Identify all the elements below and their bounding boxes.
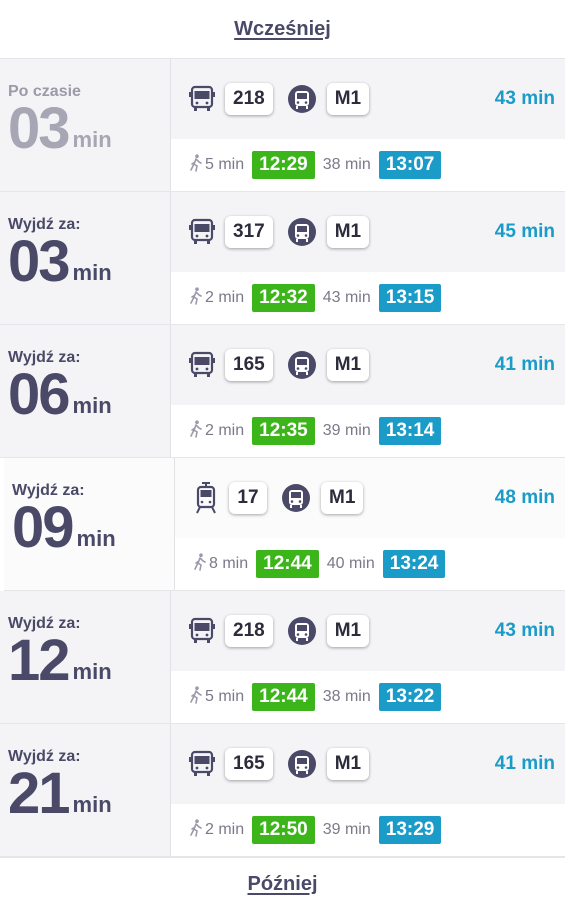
line-badge: 218 xyxy=(225,83,273,115)
route-row[interactable]: Wyjdź za: 12 min 218 M1 43 min 5 min 12:… xyxy=(0,591,565,724)
countdown-unit: min xyxy=(72,260,112,285)
route-list: Po czasie 03 min 218 M1 43 min 5 min 12:… xyxy=(0,59,565,857)
metro-icon xyxy=(287,749,317,779)
ride-duration: 38 min xyxy=(322,156,371,173)
route-row[interactable]: Wyjdź za: 03 min 317 M1 45 min 2 min 12:… xyxy=(0,192,565,325)
departure-time: 12:44 xyxy=(256,550,319,578)
walk-time: 2 min xyxy=(189,818,244,842)
arrival-time: 13:29 xyxy=(378,816,442,844)
walking-icon xyxy=(189,153,205,177)
earlier-link[interactable]: Wcześniej xyxy=(0,0,565,59)
total-duration: 43 min xyxy=(494,620,555,641)
departure-time: 12:29 xyxy=(252,151,315,179)
route-row[interactable]: Po czasie 03 min 218 M1 43 min 5 min 12:… xyxy=(0,59,565,192)
walking-icon xyxy=(189,818,205,842)
route-legs: 17 M1 48 min xyxy=(175,458,565,538)
total-duration: 43 min xyxy=(494,88,555,109)
line-badge: 165 xyxy=(225,748,273,780)
total-duration: 41 min xyxy=(494,354,555,375)
line-badge: 17 xyxy=(229,482,267,514)
countdown-unit: min xyxy=(72,393,112,418)
bus-icon xyxy=(187,84,217,114)
route-legs: 218 M1 43 min xyxy=(171,59,565,139)
walking-icon xyxy=(189,286,205,310)
metro-icon xyxy=(287,84,317,114)
countdown-minutes: 03 xyxy=(8,229,70,294)
countdown-unit: min xyxy=(72,127,112,152)
bus-icon xyxy=(187,749,217,779)
walk-time: 5 min xyxy=(189,153,244,177)
walking-icon xyxy=(189,419,205,443)
countdown-minutes: 21 xyxy=(8,761,70,826)
departure-countdown: Wyjdź za: 09 min xyxy=(4,458,175,590)
route-legs: 165 M1 41 min xyxy=(171,325,565,405)
departure-countdown: Wyjdź za: 03 min xyxy=(0,192,171,324)
departure-time: 12:44 xyxy=(252,683,315,711)
departure-countdown: Wyjdź za: 12 min xyxy=(0,591,171,723)
countdown-unit: min xyxy=(72,659,112,684)
metro-line-badge: M1 xyxy=(326,216,370,248)
line-badge: 218 xyxy=(225,615,273,647)
countdown-unit: min xyxy=(72,792,112,817)
route-row[interactable]: Wyjdź za: 06 min 165 M1 41 min 2 min 12:… xyxy=(0,325,565,458)
departure-countdown: Po czasie 03 min xyxy=(0,59,171,191)
metro-line-badge: M1 xyxy=(326,615,370,647)
line-badge: 317 xyxy=(225,216,273,248)
departure-time: 12:32 xyxy=(252,284,315,312)
route-times: 2 min 12:35 39 min 13:14 xyxy=(171,405,565,457)
arrival-time: 13:22 xyxy=(378,683,442,711)
metro-icon xyxy=(287,350,317,380)
total-duration: 48 min xyxy=(494,487,555,508)
walk-time: 2 min xyxy=(189,419,244,443)
arrival-time: 13:14 xyxy=(378,417,442,445)
total-duration: 45 min xyxy=(494,221,555,242)
ride-duration: 43 min xyxy=(322,289,371,306)
walk-time: 8 min xyxy=(193,552,248,576)
walking-icon xyxy=(189,685,205,709)
arrival-time: 13:24 xyxy=(382,550,446,578)
bus-icon xyxy=(187,350,217,380)
ride-duration: 39 min xyxy=(322,821,371,838)
departure-time: 12:50 xyxy=(252,816,315,844)
route-times: 5 min 12:44 38 min 13:22 xyxy=(171,671,565,723)
line-badge: 165 xyxy=(225,349,273,381)
ride-duration: 39 min xyxy=(322,422,371,439)
tram-icon xyxy=(191,482,221,514)
route-times: 5 min 12:29 38 min 13:07 xyxy=(171,139,565,191)
arrival-time: 13:15 xyxy=(378,284,442,312)
walking-icon xyxy=(193,552,209,576)
route-times: 2 min 12:50 39 min 13:29 xyxy=(171,804,565,856)
arrival-time: 13:07 xyxy=(378,151,442,179)
countdown-unit: min xyxy=(76,526,116,551)
later-link[interactable]: Później xyxy=(0,857,565,911)
walk-time: 2 min xyxy=(189,286,244,310)
bus-icon xyxy=(187,616,217,646)
ride-duration: 38 min xyxy=(322,688,371,705)
total-duration: 41 min xyxy=(494,753,555,774)
countdown-minutes: 09 xyxy=(12,495,74,560)
metro-line-badge: M1 xyxy=(326,748,370,780)
bus-icon xyxy=(187,217,217,247)
route-legs: 165 M1 41 min xyxy=(171,724,565,804)
route-times: 2 min 12:32 43 min 13:15 xyxy=(171,272,565,324)
metro-line-badge: M1 xyxy=(321,482,364,514)
route-legs: 317 M1 45 min xyxy=(171,192,565,272)
metro-line-badge: M1 xyxy=(326,83,370,115)
countdown-minutes: 03 xyxy=(8,96,70,161)
countdown-minutes: 06 xyxy=(8,362,70,427)
metro-icon xyxy=(287,616,317,646)
route-row[interactable]: Wyjdź za: 21 min 165 M1 41 min 2 min 12:… xyxy=(0,724,565,857)
departure-countdown: Wyjdź za: 21 min xyxy=(0,724,171,856)
departure-time: 12:35 xyxy=(252,417,315,445)
departure-countdown: Wyjdź za: 06 min xyxy=(0,325,171,457)
route-times: 8 min 12:44 40 min 13:24 xyxy=(175,538,565,590)
route-legs: 218 M1 43 min xyxy=(171,591,565,671)
metro-icon xyxy=(281,483,311,513)
walk-time: 5 min xyxy=(189,685,244,709)
route-row[interactable]: Wyjdź za: 09 min 17 M1 48 min 8 min 12:4… xyxy=(4,458,565,591)
metro-icon xyxy=(287,217,317,247)
countdown-minutes: 12 xyxy=(8,628,70,693)
ride-duration: 40 min xyxy=(326,555,375,572)
metro-line-badge: M1 xyxy=(326,349,370,381)
